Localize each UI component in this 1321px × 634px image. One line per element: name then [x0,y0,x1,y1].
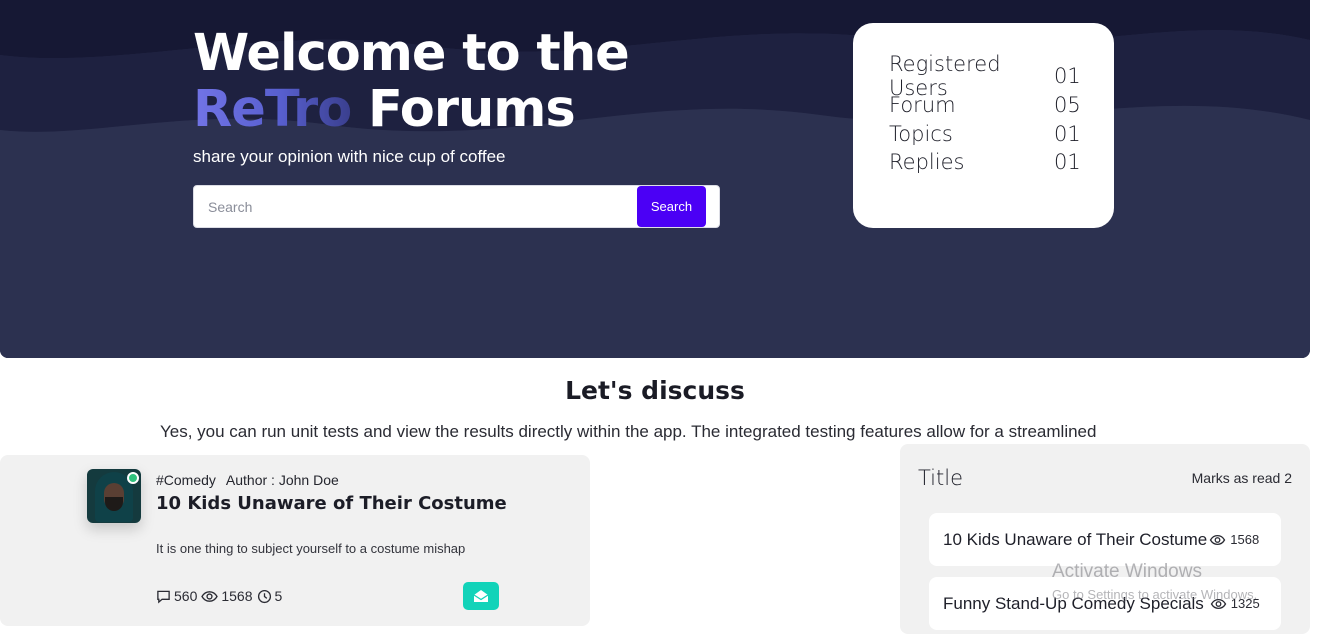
online-status-indicator [127,472,139,484]
search-bar: Search [193,185,720,228]
post-stats: 560 1568 5 [156,588,286,604]
topic-views-count: 1325 [1230,596,1260,611]
section-description: Yes, you can run unit tests and view the… [160,422,1097,441]
stat-registered-users: Registered Users 01 [889,52,1081,100]
topic-item[interactable]: 10 Kids Unaware of Their Costume 1568 [929,513,1281,566]
eye-icon [1210,534,1226,545]
topic-item[interactable]: Funny Stand-Up Comedy Specials 1325 [929,577,1281,630]
chat-bubble-icon [157,590,170,604]
time-stat: 5 [257,588,283,604]
post-excerpt: It is one thing to subject yourself to a… [156,541,466,556]
search-input[interactable] [195,187,635,226]
stat-topics: Topics 01 [889,119,1081,148]
stat-value: 01 [1054,150,1081,175]
forum-stats-card: Registered Users 01 Forum 05 Topics 01 R… [853,23,1114,228]
views-stat: 1568 [201,588,253,604]
stat-value: 01 [1054,121,1081,146]
post-author[interactable]: Author : John Doe [226,472,339,488]
hero-title-rest: Forums [351,80,576,139]
post-title[interactable]: 10 Kids Unaware of Their Costume [156,493,507,514]
topic-views: 1325 [1210,596,1260,611]
post-tag[interactable]: #Comedy [156,472,216,488]
brand-name: ReTro [193,80,352,139]
search-button[interactable]: Search [637,186,706,227]
hero-subtitle: share your opinion with nice cup of coff… [193,147,506,166]
topic-title[interactable]: 10 Kids Unaware of Their Costume [943,530,1207,550]
topic-views-count: 1568 [1230,532,1260,547]
side-panel-title: Title [918,466,964,490]
stat-forum: Forum 05 [889,91,1081,120]
post-meta: #Comedy Author : John Doe [156,472,339,488]
stat-label: Forum [889,93,956,118]
open-envelope-icon [473,590,489,602]
eye-icon [201,590,219,602]
mark-read-button[interactable] [463,582,499,610]
stat-label: Topics [889,121,953,146]
hero-banner: Welcome to the ReTro Forums share your o… [0,0,1310,358]
stat-label: Replies [889,150,965,175]
mark-all-read-link[interactable]: Marks as read 2 [1192,470,1292,486]
stat-replies: Replies 01 [889,148,1081,177]
clock-icon [257,589,271,603]
topic-views: 1568 [1209,532,1259,547]
stat-value: 05 [1054,93,1081,118]
comments-count: 560 [174,588,198,604]
topic-title[interactable]: Funny Stand-Up Comedy Specials [943,594,1204,614]
section-title: Let's discuss [565,376,745,405]
hero-title-line1: Welcome to the [193,24,630,83]
time-count: 5 [274,588,283,604]
comments-stat: 560 [156,588,197,604]
hero-title: Welcome to the ReTro Forums [193,24,630,139]
eye-icon [1210,598,1227,609]
views-count: 1568 [221,588,253,604]
topics-side-panel: Title Marks as read 2 10 Kids Unaware of… [900,444,1310,634]
post-card[interactable]: #Comedy Author : John Doe 10 Kids Unaware… [0,455,590,626]
stat-value: 01 [1054,64,1081,89]
